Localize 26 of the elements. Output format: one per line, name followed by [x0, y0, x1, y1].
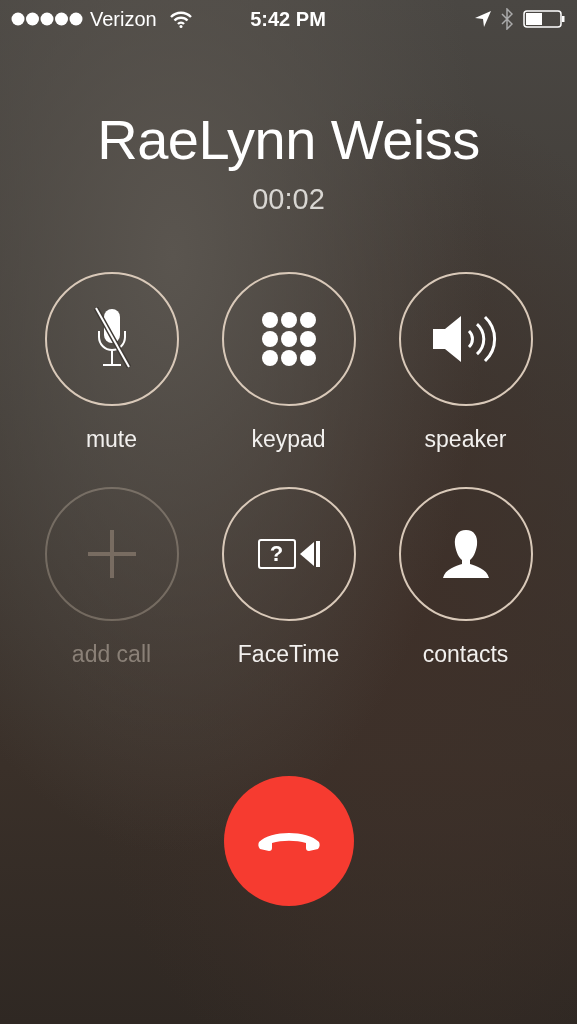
keypad-button[interactable]	[221, 272, 356, 407]
signal-strength-icon	[11, 12, 83, 26]
question-mark-icon: ?	[257, 539, 296, 570]
carrier-name: Verizon	[90, 7, 157, 31]
battery-icon	[523, 10, 565, 28]
keypad-icon	[261, 312, 316, 367]
camera-icon	[299, 539, 320, 570]
button-label: speaker	[424, 426, 507, 454]
button-label: contacts	[422, 641, 509, 669]
person-silhouette-icon	[440, 528, 491, 581]
bluetooth-icon	[501, 8, 513, 30]
contacts-button[interactable]	[398, 487, 533, 622]
plus-icon	[87, 530, 136, 579]
facetime-button[interactable]: ?	[221, 487, 356, 622]
button-label: add call	[71, 641, 152, 669]
button-label: mute	[85, 426, 138, 454]
call-duration: 00:02	[252, 183, 325, 217]
status-time: 5:42 PM	[250, 7, 326, 31]
caller-name: RaeLynn Weiss	[97, 107, 480, 173]
wifi-icon	[169, 10, 192, 28]
speaker-button[interactable]	[398, 272, 533, 407]
button-label: FaceTime	[237, 641, 340, 669]
button-label: keypad	[251, 426, 326, 454]
mute-button[interactable]	[44, 272, 179, 407]
phone-handset-icon	[256, 830, 321, 853]
location-arrow-icon	[475, 11, 491, 27]
